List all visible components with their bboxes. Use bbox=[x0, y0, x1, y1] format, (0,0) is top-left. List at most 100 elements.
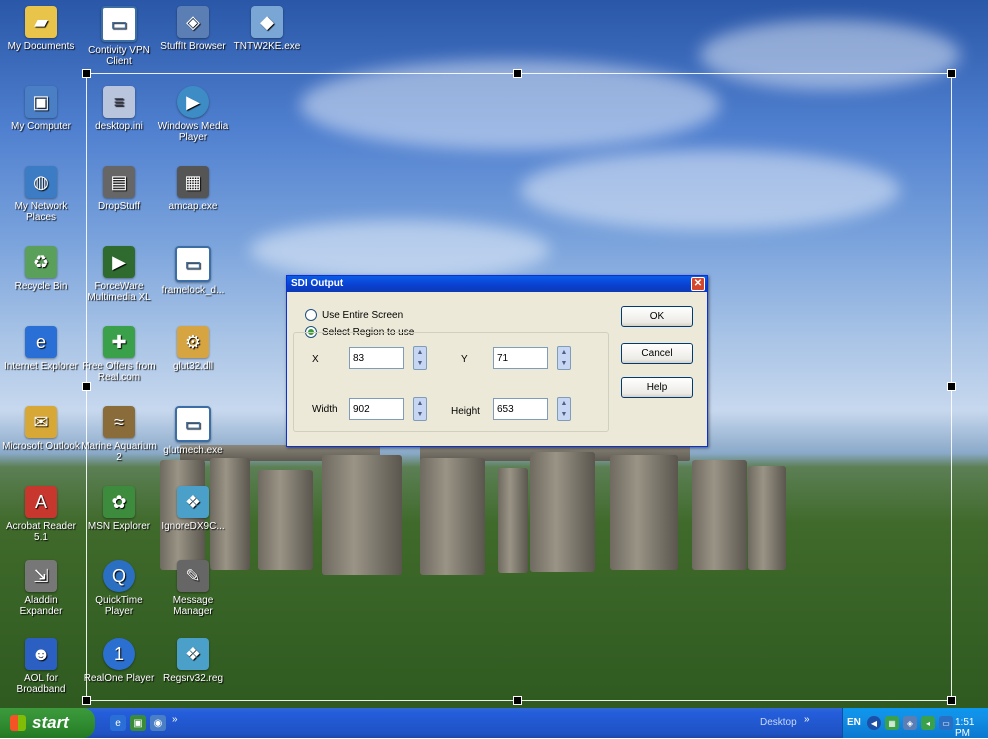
spin-down-icon[interactable]: ▼ bbox=[558, 409, 570, 420]
height-spinner[interactable]: ▲ ▼ bbox=[557, 397, 571, 421]
desktop-icon-amcap[interactable]: ▦ amcap.exe bbox=[154, 166, 232, 212]
start-label: start bbox=[32, 713, 69, 732]
quicklaunch-ie-icon[interactable]: e bbox=[110, 715, 126, 731]
resize-handle-top-right[interactable] bbox=[947, 69, 956, 78]
width-field[interactable]: 902 bbox=[349, 398, 404, 420]
desktop-icon-msn-explorer[interactable]: ✿ MSN Explorer bbox=[80, 486, 158, 532]
stone bbox=[498, 468, 528, 573]
spin-down-icon[interactable]: ▼ bbox=[558, 358, 570, 369]
desktop-icon-regsrv32[interactable]: ❖ Regsrv32.reg bbox=[154, 638, 232, 684]
desktop-icon-my-computer[interactable]: ▣ My Computer bbox=[2, 86, 80, 132]
spin-up-icon[interactable]: ▲ bbox=[558, 398, 570, 409]
quicklaunch-desktop-icon[interactable]: ▣ bbox=[130, 715, 146, 731]
y-label: Y bbox=[461, 354, 468, 365]
desktop-icon-microsoft-outlook[interactable]: ✉ Microsoft Outlook bbox=[2, 406, 80, 452]
desktop-icon-internet-explorer[interactable]: e Internet Explorer bbox=[2, 326, 80, 372]
language-indicator[interactable]: EN bbox=[847, 717, 861, 728]
desktop-icon-quicktime[interactable]: Q QuickTime Player bbox=[80, 560, 158, 617]
msn-icon: ✿ bbox=[103, 486, 135, 518]
desktop-icon-my-network-places[interactable]: ◍ My Network Places bbox=[2, 166, 80, 223]
exe-icon: ◆ bbox=[251, 6, 283, 38]
desktop-icon-aladdin-expander[interactable]: ⇲ Aladdin Expander bbox=[2, 560, 80, 617]
network-icon: ◍ bbox=[25, 166, 57, 198]
height-label: Height bbox=[451, 406, 480, 417]
desktop-icon-recycle-bin[interactable]: ♻ Recycle Bin bbox=[2, 246, 80, 292]
y-spinner[interactable]: ▲ ▼ bbox=[557, 346, 571, 370]
x-field[interactable]: 83 bbox=[349, 347, 404, 369]
tray-volume-icon[interactable]: ◂ bbox=[921, 716, 935, 730]
window-shortcut-icon: ▭ bbox=[101, 6, 137, 42]
desktop-icon-my-documents[interactable]: ▰ My Documents bbox=[2, 6, 80, 52]
aladdin-icon: ⇲ bbox=[25, 560, 57, 592]
height-field[interactable]: 653 bbox=[493, 398, 548, 420]
cubes-icon: ❖ bbox=[177, 638, 209, 670]
tray-app-icon[interactable]: ▦ bbox=[885, 716, 899, 730]
start-button[interactable]: start bbox=[0, 708, 95, 738]
desktop-icon-windows-media-player[interactable]: ▶ Windows Media Player bbox=[154, 86, 232, 143]
resize-handle-right[interactable] bbox=[947, 382, 956, 391]
desktop-icon-tntw2ke[interactable]: ◆ TNTW2KE.exe bbox=[228, 6, 306, 52]
y-field[interactable]: 71 bbox=[493, 347, 548, 369]
desktop-icon-aol-broadband[interactable]: ☻ AOL for Broadband bbox=[2, 638, 80, 695]
message-manager-icon: ✎ bbox=[177, 560, 209, 592]
quicklaunch-chevron-icon[interactable]: » bbox=[172, 714, 178, 725]
tray-back-icon[interactable]: ◀ bbox=[867, 716, 881, 730]
help-button[interactable]: Help bbox=[621, 377, 693, 398]
resize-handle-bottom-right[interactable] bbox=[947, 696, 956, 705]
desktop-icon-marine-aquarium[interactable]: ≈ Marine Aquarium 2 bbox=[80, 406, 158, 463]
aol-icon: ☻ bbox=[25, 638, 57, 670]
media-player-icon: ▶ bbox=[177, 86, 209, 118]
radio-use-entire-screen[interactable]: Use Entire Screen bbox=[305, 309, 403, 321]
spin-down-icon[interactable]: ▼ bbox=[414, 358, 426, 369]
desktop-icon-free-offers[interactable]: ✚ Free Offers from Real.com bbox=[80, 326, 158, 383]
resize-handle-top-left[interactable] bbox=[82, 69, 91, 78]
desktop-icon-message-manager[interactable]: ✎ Message Manager bbox=[154, 560, 232, 617]
toolbar-chevron-icon[interactable]: » bbox=[804, 714, 810, 725]
dropstuff-icon: ▤ bbox=[103, 166, 135, 198]
stone bbox=[748, 466, 786, 570]
cancel-button[interactable]: Cancel bbox=[621, 343, 693, 364]
desktop-icon-realone-player[interactable]: 1 RealOne Player bbox=[80, 638, 158, 684]
desktop-toolbar-label[interactable]: Desktop bbox=[760, 717, 797, 728]
x-label: X bbox=[312, 354, 319, 365]
dialog-titlebar[interactable]: SDI Output ✕ bbox=[287, 276, 707, 292]
width-spinner[interactable]: ▲ ▼ bbox=[413, 397, 427, 421]
desktop-icon-forceware[interactable]: ▶ ForceWare Multimedia XL bbox=[80, 246, 158, 303]
close-button[interactable]: ✕ bbox=[691, 277, 705, 291]
desktop-icon-desktop-ini[interactable]: ≡ desktop.ini bbox=[80, 86, 158, 132]
stone bbox=[258, 470, 313, 570]
recycle-bin-icon: ♻ bbox=[25, 246, 57, 278]
window-icon: ▭ bbox=[175, 246, 211, 282]
x-spinner[interactable]: ▲ ▼ bbox=[413, 346, 427, 370]
clock[interactable]: 1:51 PM bbox=[955, 717, 988, 739]
desktop-icon-glut32[interactable]: ⚙ glut32.dll bbox=[154, 326, 232, 372]
window-icon: ▭ bbox=[175, 406, 211, 442]
spin-up-icon[interactable]: ▲ bbox=[414, 347, 426, 358]
spin-up-icon[interactable]: ▲ bbox=[414, 398, 426, 409]
resize-handle-top[interactable] bbox=[513, 69, 522, 78]
tray-network-icon[interactable]: ◈ bbox=[903, 716, 917, 730]
radio-button-icon bbox=[305, 309, 317, 321]
desktop-icon-framelock[interactable]: ▭ framelock_d... bbox=[154, 246, 232, 296]
desktop-icon-acrobat-reader[interactable]: A Acrobat Reader 5.1 bbox=[2, 486, 80, 543]
desktop-icon-stuffit-browser[interactable]: ◈ StuffIt Browser bbox=[154, 6, 232, 52]
spin-up-icon[interactable]: ▲ bbox=[558, 347, 570, 358]
resize-handle-left[interactable] bbox=[82, 382, 91, 391]
stone bbox=[530, 452, 595, 572]
desktop-icon-dropstuff[interactable]: ▤ DropStuff bbox=[80, 166, 158, 212]
resize-handle-bottom[interactable] bbox=[513, 696, 522, 705]
amcap-icon: ▦ bbox=[177, 166, 209, 198]
tray-display-icon[interactable]: ▭ bbox=[939, 716, 953, 730]
desktop-icon-glutmech[interactable]: ▭ glutmech.exe bbox=[154, 406, 232, 456]
dll-icon: ⚙ bbox=[177, 326, 209, 358]
spin-down-icon[interactable]: ▼ bbox=[414, 409, 426, 420]
stone bbox=[322, 455, 402, 575]
ok-button[interactable]: OK bbox=[621, 306, 693, 327]
desktop-icon-ignoredx9c[interactable]: ❖ IgnoreDX9C... bbox=[154, 486, 232, 532]
resize-handle-bottom-left[interactable] bbox=[82, 696, 91, 705]
sdi-output-dialog: SDI Output ✕ Use Entire Screen Select Re… bbox=[286, 275, 708, 447]
windows-logo-icon bbox=[10, 715, 26, 731]
ini-file-icon: ≡ bbox=[103, 86, 135, 118]
quicklaunch-media-icon[interactable]: ◉ bbox=[150, 715, 166, 731]
desktop-icon-contivity-vpn[interactable]: ▭ Contivity VPN Client bbox=[80, 6, 158, 67]
